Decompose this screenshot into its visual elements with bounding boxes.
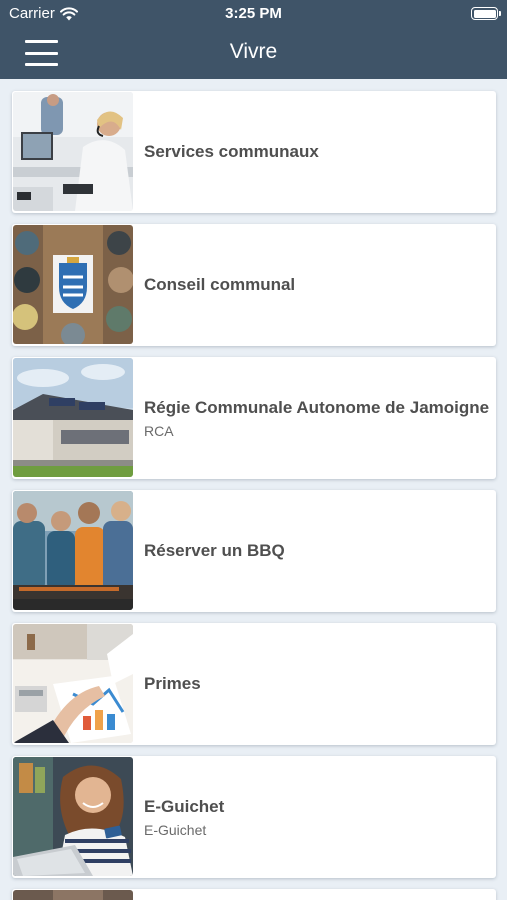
battery-icon bbox=[471, 7, 501, 20]
services-communaux-image bbox=[13, 92, 133, 211]
top-bar: Carrier 3:25 PM Vivre bbox=[0, 0, 507, 79]
list-item-title: Conseil communal bbox=[144, 275, 296, 294]
list-item-title: Réserver un BBQ bbox=[144, 541, 285, 560]
list-item-title: E-Guichet bbox=[144, 796, 225, 816]
list-item-reserver-bbq[interactable]: Réserver un BBQ bbox=[12, 490, 496, 612]
menu-list: Services communaux Conseil communal Régi… bbox=[12, 91, 496, 900]
list-item-title: Services communaux bbox=[144, 142, 319, 161]
list-item-e-guichet[interactable]: E-Guichet E-Guichet bbox=[12, 756, 496, 878]
list-item-conseil-communal[interactable]: Conseil communal bbox=[12, 224, 496, 346]
list-item-regie-communale[interactable]: Régie Communale Autonome de Jamoigne RCA bbox=[12, 357, 496, 479]
list-item-subtitle: E-Guichet bbox=[144, 821, 207, 838]
regie-communale-image bbox=[13, 358, 133, 477]
list-item-services-communaux[interactable]: Services communaux bbox=[12, 91, 496, 213]
list-item-subtitle: RCA bbox=[144, 422, 174, 439]
status-time: 3:25 PM bbox=[225, 5, 282, 22]
partial-item-image bbox=[13, 890, 133, 900]
status-bar: Carrier 3:25 PM bbox=[0, 0, 507, 28]
list-item-partial[interactable] bbox=[12, 889, 496, 900]
list-item-primes[interactable]: Primes bbox=[12, 623, 496, 745]
primes-image bbox=[13, 624, 133, 743]
list-item-title: Régie Communale Autonome de Jamoigne bbox=[144, 397, 490, 417]
reserver-bbq-image bbox=[13, 491, 133, 610]
list-item-title: Primes bbox=[144, 674, 201, 693]
conseil-communal-image bbox=[13, 225, 133, 344]
page-title: Vivre bbox=[229, 40, 278, 63]
e-guichet-image bbox=[13, 757, 133, 876]
